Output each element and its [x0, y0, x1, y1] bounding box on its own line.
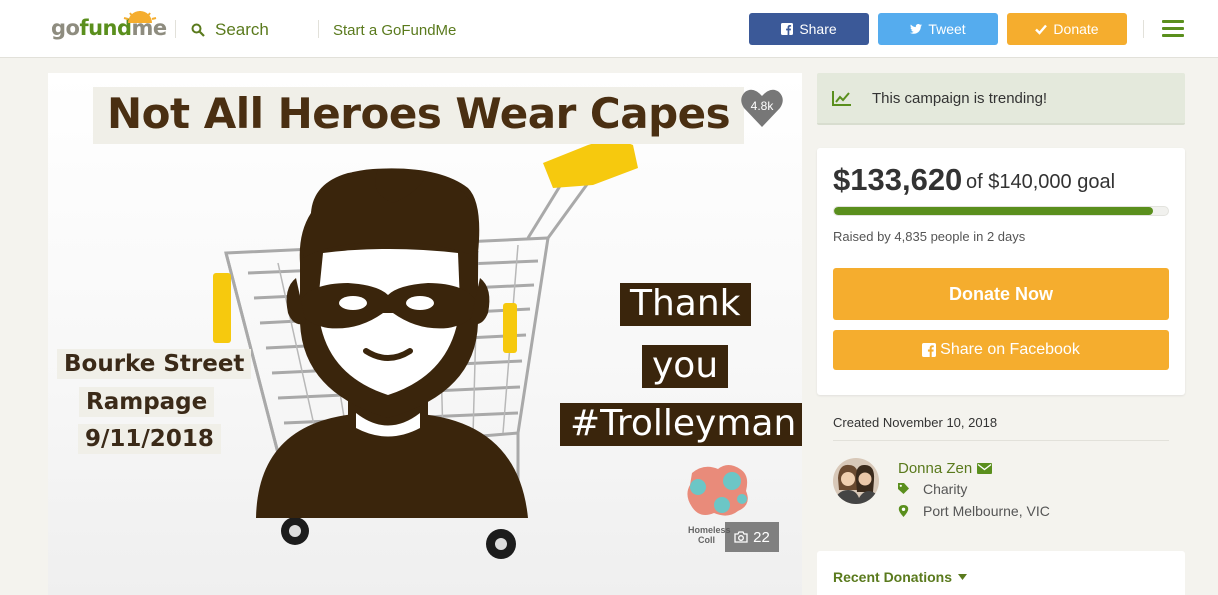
- campaign-hero-image[interactable]: Not All Heroes Wear Capes 4.8k Bourke St…: [48, 73, 802, 595]
- caret-down-icon: [958, 574, 968, 580]
- organizer-name: Donna Zen: [898, 460, 973, 477]
- hero-right-tag: Thank: [620, 283, 751, 326]
- photo-count-badge[interactable]: 22: [725, 522, 779, 552]
- hero-title: Not All Heroes Wear Capes: [93, 87, 745, 144]
- donation-card: $133,620 of $140,000 goal Raised by 4,83…: [817, 148, 1185, 395]
- camera-icon: [734, 531, 748, 543]
- envelope-icon[interactable]: [977, 463, 993, 474]
- facebook-icon: [781, 23, 794, 35]
- donate-now-button[interactable]: Donate Now: [833, 268, 1169, 320]
- trending-banner: This campaign is trending!: [817, 73, 1185, 125]
- location-label: Port Melbourne, VIC: [923, 503, 1050, 519]
- progress-fill: [834, 207, 1153, 215]
- search-label: Search: [215, 20, 269, 39]
- recent-donations-label: Recent Donations: [833, 569, 953, 585]
- donate-label: Donate: [1053, 21, 1099, 37]
- location-pin-icon: [898, 505, 909, 517]
- tag-icon: [898, 483, 909, 494]
- raised-by-text: Raised by 4,835 people in 2 days: [833, 229, 1026, 244]
- hero-right-tag: you: [642, 345, 729, 388]
- progress-bar: [833, 206, 1169, 216]
- logo-sun-icon: [123, 11, 157, 23]
- tweet-label: Tweet: [928, 21, 966, 37]
- hero-left-tag: Bourke Street: [57, 349, 252, 379]
- search-link[interactable]: Search: [191, 20, 269, 40]
- header-divider: [175, 20, 176, 38]
- trending-chart-icon: [832, 91, 851, 106]
- goal-text: of $140,000 goal: [966, 171, 1116, 193]
- recent-donations-toggle[interactable]: Recent Donations: [833, 569, 968, 585]
- hero-right-tag: #Trolleyman: [560, 403, 802, 446]
- category-label: Charity: [923, 481, 968, 497]
- organizer-avatar[interactable]: [833, 458, 879, 504]
- checkmark-icon: [1035, 24, 1048, 35]
- share-facebook-label: Share on Facebook: [940, 341, 1080, 358]
- hamburger-menu-icon[interactable]: [1162, 20, 1184, 38]
- header-divider: [318, 20, 319, 38]
- tweet-button[interactable]: Tweet: [878, 13, 998, 45]
- trending-text: This campaign is trending!: [872, 89, 1048, 107]
- donate-header-button[interactable]: Donate: [1007, 13, 1127, 45]
- organizer-name-link[interactable]: Donna Zen: [898, 460, 993, 477]
- share-facebook-button[interactable]: Share on Facebook: [833, 330, 1169, 370]
- top-header: gofundme Search Start a GoFundMe Share T…: [0, 0, 1218, 58]
- created-date: Created November 10, 2018: [833, 415, 998, 430]
- heart-count: 4.8k: [750, 99, 774, 113]
- category-row[interactable]: Charity: [898, 481, 967, 497]
- sidebar-divider: [833, 440, 1169, 441]
- twitter-icon: [910, 24, 923, 34]
- share-label: Share: [799, 21, 837, 37]
- header-divider: [1143, 20, 1144, 38]
- facebook-icon: [922, 343, 937, 357]
- hero-left-tag: 9/11/2018: [78, 424, 221, 454]
- amount-raised: $133,620: [833, 162, 963, 197]
- search-icon: [191, 23, 205, 37]
- photo-count: 22: [753, 528, 770, 546]
- recent-donations-panel: Recent Donations: [817, 551, 1185, 595]
- start-gofundme-link[interactable]: Start a GoFundMe: [333, 22, 456, 39]
- location-row: Port Melbourne, VIC: [898, 503, 1050, 519]
- share-button[interactable]: Share: [749, 13, 869, 45]
- hero-left-tag: Rampage: [79, 387, 215, 417]
